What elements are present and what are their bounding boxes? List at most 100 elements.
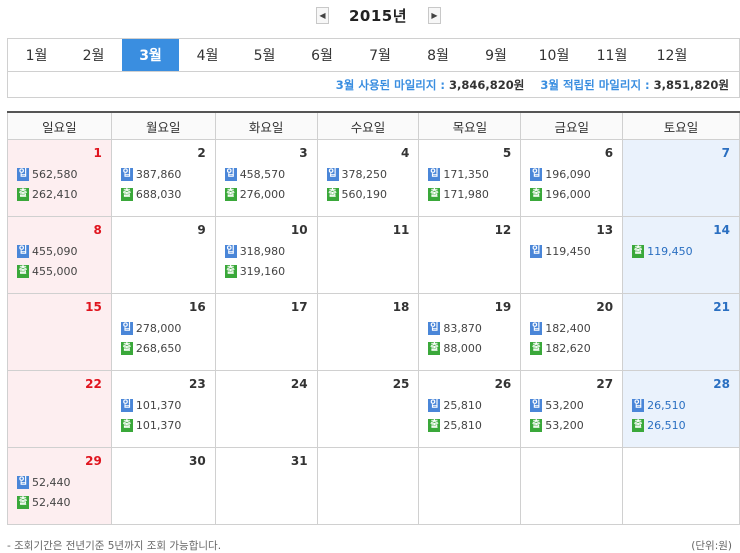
day-number: 2 [197, 146, 206, 160]
out-badge: 출 [428, 418, 441, 432]
mileage-out-entry: 출 26,510 [632, 417, 686, 433]
tab-month-5[interactable]: 5월 [236, 39, 293, 71]
in-amount: 182,400 [545, 321, 591, 335]
in-amount: 119,450 [545, 244, 591, 258]
day-number: 8 [93, 223, 102, 237]
mileage-out-entry: 출 268,650 [120, 340, 181, 356]
in-badge: 입 [120, 321, 133, 335]
calendar-day-cell[interactable]: 5 입 171,350 출 171,980 [418, 139, 522, 217]
tab-month-7[interactable]: 7월 [351, 39, 409, 71]
month-tabs: 1월 2월 3월 4월 5월 6월 7월 8월 9월 10월 11월 12월 [7, 38, 740, 72]
calendar-day-cell[interactable]: 25 [316, 370, 420, 448]
tab-month-6[interactable]: 6월 [293, 39, 351, 71]
in-badge: 입 [326, 167, 339, 181]
calendar-day-cell[interactable]: 1 입 562,580 출 262,410 [7, 139, 112, 217]
weekday-header: 화요일 [214, 112, 318, 140]
calendar-day-cell[interactable]: 9 [110, 216, 216, 294]
tab-month-3[interactable]: 3월 [122, 39, 179, 71]
calendar-day-cell[interactable]: 14 출 119,450 [622, 216, 740, 294]
calendar-day-cell[interactable]: 10 입 318,980 출 319,160 [214, 216, 318, 294]
mileage-in-entry: 입 278,000 [120, 320, 182, 336]
out-badge: 출 [530, 418, 543, 432]
weekday-header-row: 일요일 월요일 화요일 수요일 목요일 금요일 토요일 [7, 112, 740, 140]
calendar-week-row: 29 입 52,440 출 52,440 30 31 [7, 447, 740, 525]
out-amount: 276,000 [239, 187, 286, 201]
tab-month-1[interactable]: 1월 [8, 39, 65, 71]
day-number: 29 [85, 454, 102, 468]
day-number: 25 [392, 377, 410, 391]
out-amount: 455,000 [32, 264, 78, 278]
day-number: 30 [188, 454, 206, 468]
day-number: 11 [392, 223, 410, 237]
calendar-day-cell[interactable]: 29 입 52,440 출 52,440 [7, 447, 112, 525]
next-year-button[interactable]: ▶ [428, 7, 441, 24]
calendar-day-cell[interactable]: 7 [622, 139, 740, 217]
calendar-day-cell [520, 447, 624, 525]
tab-month-2[interactable]: 2월 [65, 39, 122, 71]
out-amount: 53,200 [545, 418, 584, 432]
mileage-in-entry: 입 25,810 [428, 397, 482, 413]
mileage-out-entry: 출 101,370 [120, 417, 182, 433]
calendar-day-cell[interactable]: 24 [214, 370, 318, 448]
tab-month-12[interactable]: 12월 [641, 39, 703, 71]
calendar-day-cell[interactable]: 15 [7, 293, 112, 371]
calendar-day-cell[interactable]: 16 입 278,000 출 268,650 [110, 293, 216, 371]
calendar-day-cell[interactable]: 21 [622, 293, 740, 371]
calendar-week-row: 1 입 562,580 출 262,410 2 입 387,860 출 688,030 3 입 458,… [7, 139, 740, 217]
calendar-day-cell[interactable]: 11 [316, 216, 420, 294]
calendar-day-cell[interactable]: 13 입 119,450 [520, 216, 624, 294]
in-amount: 458,570 [239, 167, 286, 181]
calendar-day-cell[interactable]: 22 [7, 370, 112, 448]
tab-month-8[interactable]: 8월 [409, 39, 467, 71]
day-number: 4 [401, 146, 410, 160]
calendar-day-cell[interactable]: 31 [214, 447, 318, 525]
calendar-day-cell [622, 447, 740, 525]
tab-month-4[interactable]: 4월 [179, 39, 236, 71]
calendar-day-cell [418, 447, 522, 525]
calendar-week-row: 22 23 입 101,370 출 101,370 24 25 26 입 25,810 출 25,810… [7, 370, 740, 448]
mileage-out-entry: 출 53,200 [530, 417, 584, 433]
calendar-day-cell[interactable]: 23 입 101,370 출 101,370 [110, 370, 216, 448]
mileage-out-entry: 출 276,000 [224, 186, 286, 202]
footnote: - 조회기간은 전년기준 5년까지 조회 가능합니다. [7, 540, 222, 552]
day-number: 28 [713, 377, 730, 391]
mileage-in-entry: 입 378,250 [326, 166, 388, 182]
out-badge: 출 [120, 187, 133, 201]
calendar-table: 일요일 월요일 화요일 수요일 목요일 금요일 토요일 1 입 562,580 출 262,410 2… [7, 111, 740, 525]
calendar-day-cell[interactable]: 19 입 83,870 출 88,000 [418, 293, 522, 371]
weekday-header: 토요일 [622, 112, 740, 140]
calendar-day-cell[interactable]: 12 [418, 216, 522, 294]
out-badge: 출 [326, 187, 339, 201]
calendar-day-cell[interactable]: 6 입 196,090 출 196,000 [520, 139, 624, 217]
out-badge: 출 [224, 187, 237, 201]
calendar-day-cell[interactable]: 3 입 458,570 출 276,000 [214, 139, 318, 217]
out-amount: 182,620 [545, 341, 591, 355]
tab-month-11[interactable]: 11월 [583, 39, 641, 71]
calendar-day-cell[interactable]: 28 입 26,510 출 26,510 [622, 370, 740, 448]
weekday-header: 월요일 [110, 112, 216, 140]
in-amount: 278,000 [135, 321, 182, 335]
calendar-day-cell[interactable]: 2 입 387,860 출 688,030 [110, 139, 216, 217]
calendar-day-cell[interactable]: 8 입 455,090 출 455,000 [7, 216, 112, 294]
in-amount: 378,250 [341, 167, 388, 181]
calendar-day-cell[interactable]: 27 입 53,200 출 53,200 [520, 370, 624, 448]
calendar-day-cell[interactable]: 30 [110, 447, 216, 525]
out-amount: 101,370 [135, 418, 182, 432]
in-amount: 26,510 [647, 398, 686, 412]
prev-year-button[interactable]: ◀ [316, 7, 329, 24]
tab-month-10[interactable]: 10월 [525, 39, 583, 71]
in-badge: 입 [120, 167, 133, 181]
day-number: 13 [596, 223, 614, 237]
calendar-day-cell[interactable]: 4 입 378,250 출 560,190 [316, 139, 420, 217]
calendar-day-cell[interactable]: 26 입 25,810 출 25,810 [418, 370, 522, 448]
day-number: 5 [502, 146, 512, 160]
mileage-out-entry: 출 560,190 [326, 186, 387, 202]
calendar-day-cell[interactable]: 18 [316, 293, 420, 371]
calendar-day-cell[interactable]: 17 [214, 293, 318, 371]
day-number: 20 [596, 300, 614, 314]
in-badge: 입 [530, 244, 543, 258]
day-number: 16 [188, 300, 206, 314]
calendar-day-cell[interactable]: 20 입 182,400 출 182,620 [520, 293, 624, 371]
out-badge: 출 [632, 418, 645, 432]
tab-month-9[interactable]: 9월 [467, 39, 525, 71]
